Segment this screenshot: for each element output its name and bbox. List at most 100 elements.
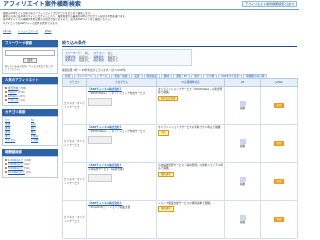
row-janet: 新規	[260, 162, 298, 201]
new-badge: 新規	[274, 217, 284, 222]
a8-text: 報酬	[239, 183, 246, 186]
conditions-box: フリーワード: なし カテゴリ: なし 報酬単価: 指定なし 報酬条件: 指定なし 成果…	[62, 49, 192, 66]
condition-key: フリーワード:	[65, 52, 82, 55]
popular-heading: 人気のアフィリエイト	[2, 77, 58, 84]
a8-text: 報酬	[239, 145, 246, 148]
category-label[interactable]: 健康	[5, 127, 10, 130]
asp-icon	[239, 100, 246, 106]
program-logo	[88, 97, 112, 106]
main-content: 絞り込み条件 フリーワード: なし カテゴリ: なし 報酬単価: 指定なし 報酬条件:…	[62, 40, 297, 80]
category-label[interactable]: 通信	[5, 131, 10, 134]
category-label[interactable]: 全て	[5, 119, 10, 122]
row-program: 【ASPチャンネル株式会社】 人材採用サービス 【採用支援】	[86, 162, 157, 201]
category-heading: カテゴリ検索	[2, 109, 58, 116]
price-item-label[interactable]: 5,000円以上	[8, 167, 23, 170]
bullet-icon	[5, 167, 7, 169]
program-desc: 「SHOP-Make」… ネットショップ作成サービス	[88, 130, 146, 134]
asp-link-janet[interactable]: JANet	[45, 30, 52, 33]
row-reward: ショップ開業支援サービスの資料請求で報酬。 資料請求	[156, 200, 225, 239]
bullet-icon	[5, 171, 7, 173]
bullet-icon	[5, 87, 7, 89]
row-janet: 新規	[260, 124, 298, 163]
asp-icon	[239, 138, 246, 144]
program-title[interactable]: 【ASPチャンネル株式会社】	[88, 164, 155, 167]
row-category: ビジネス・オンラインサービス	[62, 200, 87, 239]
app-header: アフィリエイト案件横断検索 アフィリエイト案件横断検索とは(?)	[0, 0, 299, 10]
col-header-a8: A8	[224, 78, 261, 87]
category-label[interactable]: 教育	[31, 131, 36, 134]
category-label[interactable]: 求人	[5, 135, 10, 138]
price-item-label[interactable]: 1,000円以上	[8, 159, 23, 162]
popular-item-label[interactable]: じゃらん	[8, 99, 18, 102]
search-button[interactable]: 検索	[23, 58, 37, 63]
table-row: ビジネス・オンラインサービス 【ASPチャンネル株式会社】 「SHOP-Make…	[62, 86, 298, 125]
a8-text: 報酬	[239, 221, 246, 224]
category-label[interactable]: 旅行	[31, 127, 36, 130]
category-label[interactable]: EC	[31, 119, 34, 122]
table-row: ビジネス・オンラインサービス 【ASPチャンネル株式会社】 「SHOP-Make…	[62, 124, 298, 163]
col-header-program: プログラム	[86, 78, 157, 87]
category-label[interactable]: 不動産	[31, 135, 39, 138]
program-title[interactable]: 【ASPチャンネル株式会社】	[88, 126, 155, 129]
join-button[interactable]: 資料請求	[158, 171, 174, 178]
popular-item-label[interactable]: Yahoo!	[8, 91, 17, 94]
new-badge: 新規	[274, 141, 284, 146]
popular-item-label[interactable]: Amazon	[8, 95, 18, 98]
reward-text: オンラインショップサービス「SHOP-Make」の新規登録で報酬。	[158, 88, 223, 95]
category-label[interactable]: エンタメ	[5, 139, 15, 142]
popular-item-count: (63)	[19, 95, 25, 98]
reward-text: オンラインショップサービスの有料プラン申込で報酬。	[158, 126, 223, 129]
reward-text: 人材採用管理サービス「採用管理」の無料トライアル申込で報酬。	[158, 164, 223, 171]
price-item-count: (118)	[24, 159, 32, 162]
join-button[interactable]: 資料請求	[158, 206, 174, 212]
row-a8: 報酬	[224, 200, 261, 239]
condition-key: 成果地点:	[65, 59, 77, 63]
price-item[interactable]: 10,000円以上(21)	[5, 171, 55, 175]
col-header-category: カテゴリ	[62, 78, 87, 87]
bullet-icon	[5, 159, 7, 161]
program-title[interactable]: 【ASPチャンネル株式会社】	[88, 88, 155, 91]
price-item-label[interactable]: 10,000円以上	[8, 171, 25, 174]
freeword-search-input[interactable]	[5, 50, 55, 56]
intro-text: 複数のASPサイトが取り扱うアフィリエイトプログラムをまとめて検索します。 検索…	[3, 12, 153, 25]
condition-key: カテゴリ:	[93, 52, 105, 55]
row-reward: オンラインショップサービス「SHOP-Make」の新規登録で報酬。 無料会員登録	[156, 86, 225, 125]
condition-value: なし	[84, 52, 90, 55]
new-badge: 新規	[274, 103, 284, 108]
category-label[interactable]: 金融	[5, 123, 10, 126]
price-item-label[interactable]: 3,000円以上	[8, 163, 23, 166]
program-title[interactable]: 【ASPチャンネル株式会社】	[88, 202, 155, 205]
price-list: 1,000円以上(118) 3,000円以上(63) 5,000円以上(54) …	[2, 156, 58, 178]
row-reward: オンラインショップサービスの有料プラン申込で報酬。 申込	[156, 124, 225, 163]
results-table: カテゴリ プログラム Ｗ点報酬率対応 A8 JANet ビジネス・オンラインサー…	[62, 78, 298, 239]
row-category: ビジネス・オンラインサービス	[62, 162, 87, 201]
category-item[interactable]: その他	[31, 139, 56, 143]
popular-item-label[interactable]: 楽天市場	[8, 87, 18, 90]
row-a8: 報酬	[224, 162, 261, 201]
price-item-count: (21)	[25, 171, 32, 174]
reward-text: ショップ開業支援サービスの資料請求で報酬。	[158, 202, 213, 205]
row-category: ビジネス・オンラインサービス	[62, 86, 87, 125]
bullet-icon	[5, 163, 7, 165]
col-header-reward: Ｗ点報酬率対応	[156, 78, 225, 87]
asp-link-valuecommerce[interactable]: バリューコマース	[18, 30, 38, 33]
join-button[interactable]: 無料会員登録	[158, 95, 179, 102]
page-title: アフィリエイト案件横断検索	[3, 1, 81, 8]
category-label[interactable]: その他	[31, 139, 39, 142]
asp-icon	[239, 176, 246, 182]
row-a8: 報酬	[224, 124, 261, 163]
popular-item[interactable]: じゃらん(14)	[5, 99, 55, 103]
category-item[interactable]: エンタメ	[5, 139, 30, 143]
row-program: 【ASPチャンネル株式会社】 「SHOP-Make」… ネットショップ作成サービ…	[86, 86, 157, 125]
bullet-icon	[5, 95, 7, 97]
join-button[interactable]: 申込	[158, 130, 169, 136]
asp-links: A8.net バリューコマース JANet	[3, 30, 57, 33]
category-label[interactable]: 美容	[31, 123, 36, 126]
popular-list: 楽天市場(736) Yahoo!(178) Amazon(63) じゃらん(14…	[2, 84, 58, 106]
price-item-count: (63)	[24, 163, 30, 166]
condition-value: なし	[107, 52, 113, 55]
help-button[interactable]: アフィリエイト案件横断検索とは(?)	[242, 1, 297, 7]
asp-link-a8[interactable]: A8.net	[3, 30, 11, 33]
bullet-icon	[5, 91, 7, 93]
table-row: ビジネス・オンラインサービス 【ASPチャンネル株式会社】 人材採用サービス 【…	[62, 162, 298, 201]
